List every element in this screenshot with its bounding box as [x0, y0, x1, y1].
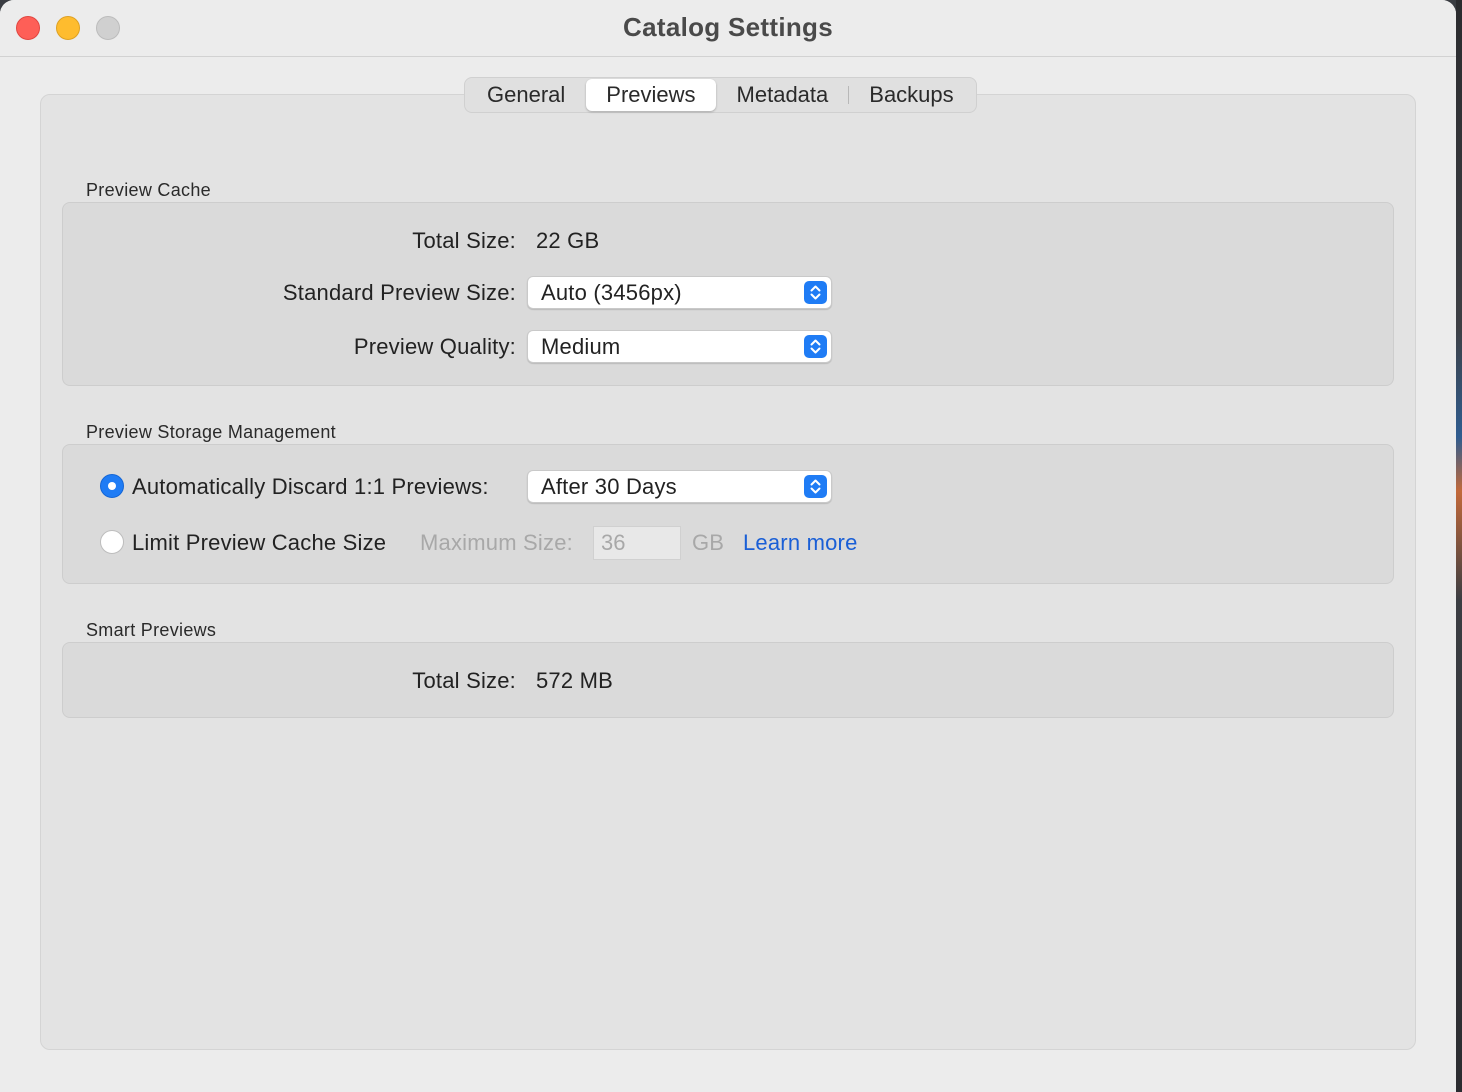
smart-previews-total-size-value: 572 MB: [536, 668, 614, 693]
popup-stepper-icon: [804, 475, 827, 498]
standard-preview-size-popup[interactable]: Auto (3456px): [527, 276, 832, 309]
preview-quality-value: Medium: [541, 334, 621, 359]
preview-quality-label: Preview Quality:: [353, 334, 516, 359]
popup-stepper-icon: [804, 281, 827, 304]
learn-more-link[interactable]: Learn more: [743, 530, 858, 556]
window-title: Catalog Settings: [623, 12, 833, 42]
cache-total-size-value: 22 GB: [536, 228, 600, 253]
tab-metadata[interactable]: Metadata: [717, 79, 849, 111]
tab-general[interactable]: General: [467, 79, 585, 111]
auto-discard-popup[interactable]: After 30 Days: [527, 470, 832, 503]
smart-previews-total-size-label: Total Size:: [412, 668, 516, 693]
auto-discard-radio[interactable]: [100, 474, 124, 498]
catalog-settings-window: Catalog Settings General Previews Metada…: [0, 0, 1456, 1092]
limit-cache-radio[interactable]: [100, 530, 124, 554]
storage-management-group: [62, 444, 1394, 584]
standard-preview-size-value: Auto (3456px): [541, 280, 682, 305]
limit-cache-label[interactable]: Limit Preview Cache Size: [132, 530, 386, 556]
storage-management-title: Preview Storage Management: [86, 422, 336, 442]
max-size-unit: GB: [692, 530, 725, 555]
auto-discard-label[interactable]: Automatically Discard 1:1 Previews:: [132, 474, 489, 500]
title-bar: Catalog Settings: [0, 0, 1456, 57]
standard-preview-size-label: Standard Preview Size:: [282, 280, 516, 305]
auto-discard-value: After 30 Days: [541, 474, 677, 499]
preview-quality-popup[interactable]: Medium: [527, 330, 832, 363]
max-size-label: Maximum Size:: [420, 530, 573, 555]
background-window-edge: [1456, 0, 1462, 1092]
tab-backups[interactable]: Backups: [849, 79, 973, 111]
tab-bar: General Previews Metadata Backups: [464, 77, 977, 113]
max-size-input[interactable]: 36: [593, 526, 681, 560]
cache-total-size-label: Total Size:: [412, 228, 516, 253]
tab-previews[interactable]: Previews: [586, 79, 716, 111]
popup-stepper-icon: [804, 335, 827, 358]
smart-previews-title: Smart Previews: [86, 620, 217, 640]
preview-cache-title: Preview Cache: [86, 180, 211, 200]
